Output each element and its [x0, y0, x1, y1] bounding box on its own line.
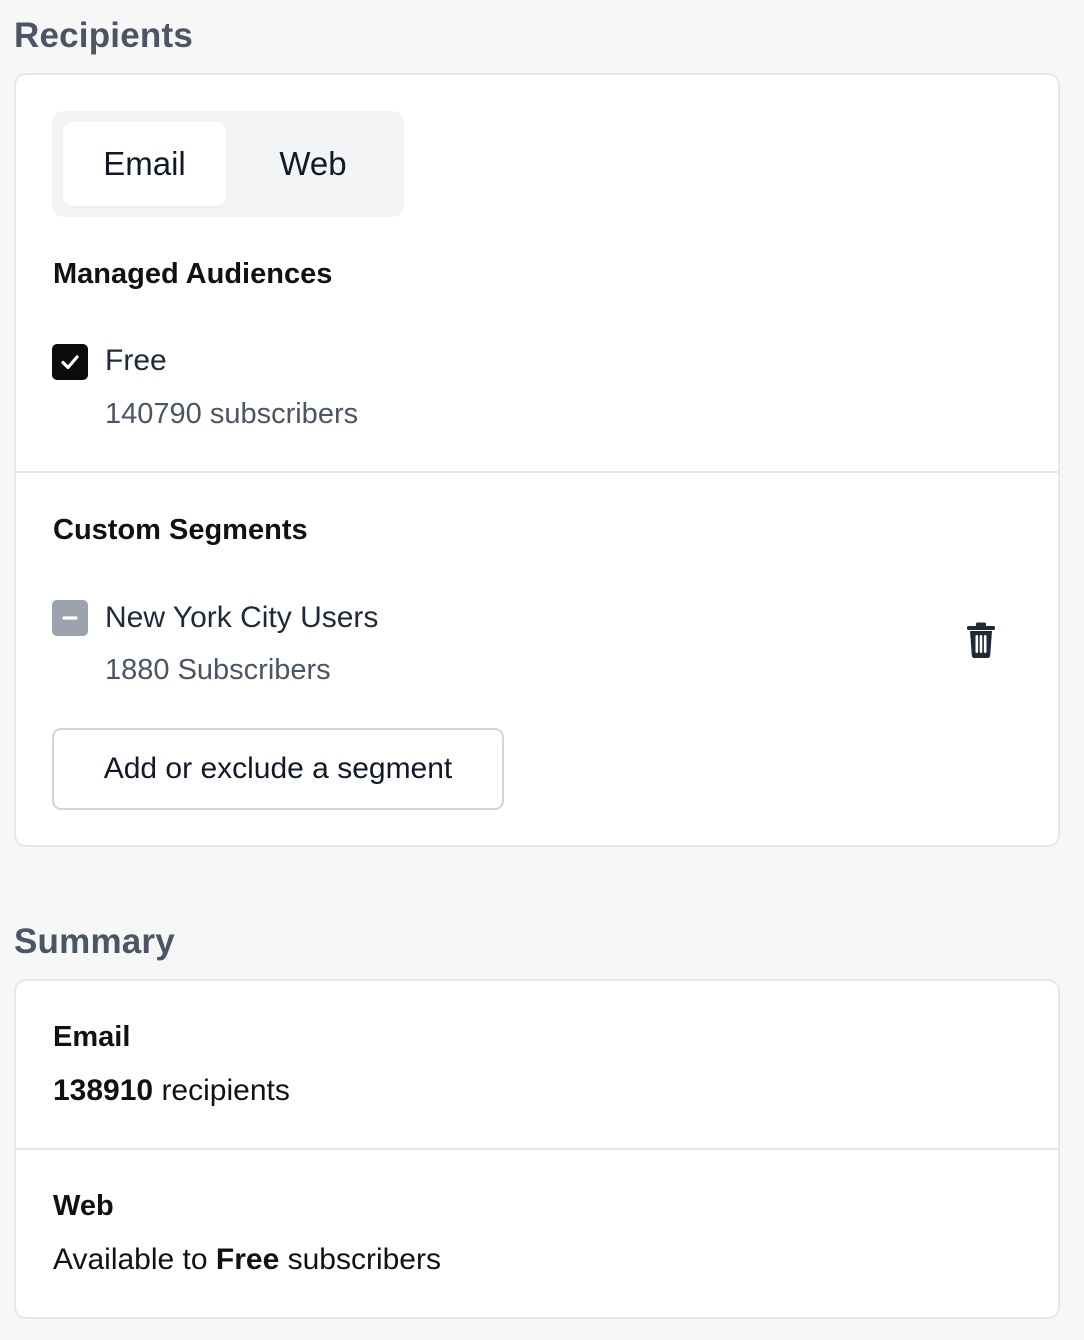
summary-email-recipients: 138910 recipients: [53, 1074, 290, 1108]
recipients-card: Email Web Managed Audiences Free 140790 …: [14, 73, 1060, 847]
managed-audiences-heading: Managed Audiences: [53, 258, 333, 290]
summary-email-heading: Email: [53, 1021, 131, 1053]
summary-email-suffix: recipients: [153, 1074, 290, 1107]
audience-free-label: Free: [105, 344, 167, 377]
section-divider: [16, 471, 1058, 473]
summary-web-prefix: Available to: [53, 1243, 216, 1276]
summary-web-heading: Web: [53, 1190, 114, 1222]
summary-web-suffix: subscribers: [279, 1243, 441, 1276]
segment-nyc-checkbox[interactable]: [52, 600, 88, 636]
audience-free-checkbox[interactable]: [52, 344, 88, 380]
custom-segments-heading: Custom Segments: [53, 514, 308, 546]
summary-heading: Summary: [14, 922, 175, 961]
channel-tabs: Email Web: [52, 111, 404, 217]
summary-email-count: 138910: [53, 1074, 154, 1107]
trash-icon: [967, 622, 995, 658]
segment-nyc-count: 1880 Subscribers: [105, 654, 331, 686]
tab-email[interactable]: Email: [63, 122, 226, 206]
summary-card: Email 138910 recipients Web Available to…: [14, 979, 1060, 1319]
summary-web-tier: Free: [215, 1243, 280, 1276]
delete-segment-button[interactable]: [964, 621, 998, 659]
add-segment-button[interactable]: Add or exclude a segment: [52, 728, 504, 810]
audience-free-count: 140790 subscribers: [105, 398, 359, 430]
tab-web[interactable]: Web: [238, 122, 388, 206]
page: Recipients Email Web Managed Audiences F…: [0, 0, 1084, 1340]
segment-nyc-label: New York City Users: [105, 601, 379, 634]
recipients-heading: Recipients: [14, 16, 193, 55]
check-icon: [61, 355, 79, 370]
summary-web-availability: Available to Free subscribers: [53, 1243, 441, 1277]
summary-divider: [16, 1148, 1058, 1150]
minus-icon: [62, 616, 78, 620]
